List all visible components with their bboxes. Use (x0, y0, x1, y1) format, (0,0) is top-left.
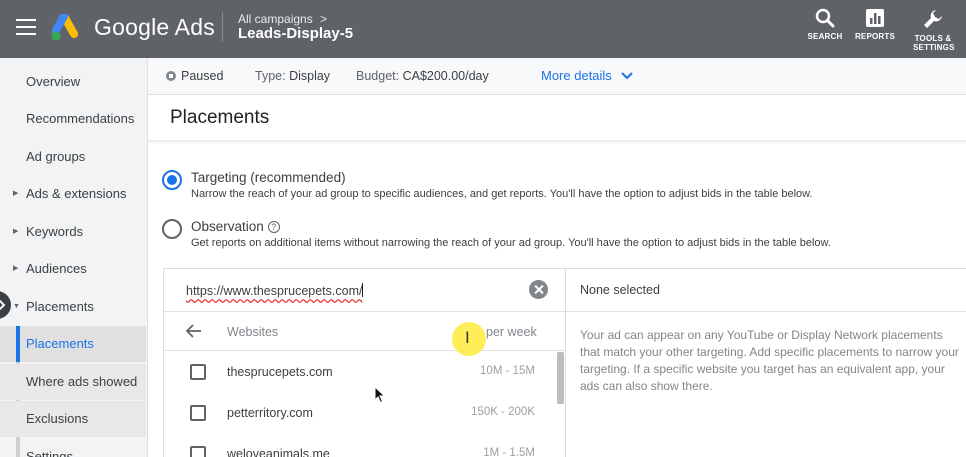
row-checkbox[interactable] (190, 446, 206, 457)
tools-settings-button[interactable]: TOOLS & SETTINGS (906, 8, 960, 52)
breadcrumb-all-campaigns[interactable]: All campaigns > (238, 12, 327, 26)
status-value: Paused (181, 69, 224, 83)
top-bar: Google Ads All campaigns > Leads-Display… (0, 0, 966, 58)
search-icon (815, 8, 835, 28)
expand-triangle-icon: ▶ (13, 265, 19, 272)
sidebar-item-label: Settings (26, 449, 73, 457)
observation-radio[interactable] (162, 219, 182, 239)
sidebar-item-audiences[interactable]: ▶ Audiences (0, 251, 146, 287)
page-title: Placements (170, 107, 270, 128)
chevron-right-icon (0, 299, 6, 311)
text-caret (362, 283, 364, 297)
campaign-status-bar: Paused Type: Display Budget: CA$200.00/d… (148, 58, 966, 95)
expand-triangle-icon: ▶ (13, 228, 19, 235)
campaign-budget: Budget: CA$200.00/day (356, 69, 489, 83)
brand-name[interactable]: Google Ads (94, 14, 215, 41)
site-name: petterritory.com (227, 406, 313, 420)
site-reach: 10M - 15M (480, 365, 535, 377)
campaign-name[interactable]: Leads-Display-5 (238, 25, 353, 42)
budget-value: CA$200.00/day (402, 69, 489, 83)
sidebar-subitem-where-ads-showed[interactable]: Where ads showed (0, 364, 146, 400)
sidebar-item-ad-groups[interactable]: Ad groups (0, 139, 146, 175)
sidebar-item-placements-group[interactable]: ▼ Placements (0, 289, 146, 325)
sidebar-item-label: Where ads showed (26, 374, 138, 389)
site-name: thesprucepets.com (227, 365, 333, 379)
sidebar-item-recommendations[interactable]: Recommendations (0, 101, 146, 137)
list-item[interactable]: thesprucepets.com 10M - 15M (164, 352, 559, 393)
results-scrollbar[interactable] (557, 352, 564, 404)
websites-column-header: Websites (227, 325, 279, 339)
sidebar-subitem-exclusions[interactable]: Exclusions (0, 401, 146, 437)
placement-search-input[interactable]: https://www.thesprucepets.com/ (186, 283, 516, 298)
sidebar-item-ads-extensions[interactable]: ▶ Ads & extensions (0, 176, 146, 212)
text-cursor-icon: I (465, 328, 470, 347)
sidebar-item-label: Ad groups (26, 149, 86, 164)
results-header: Websites per week (164, 311, 565, 351)
tools-settings-label: TOOLS & SETTINGS (913, 34, 955, 52)
sidebar-item-label: Placements (26, 336, 94, 351)
sidebar-item-label: Recommendations (26, 111, 135, 126)
google-ads-logo[interactable] (52, 14, 84, 42)
sidebar: Overview Recommendations Ad groups ▶ Ads … (0, 58, 148, 457)
sidebar-item-label: Keywords (26, 224, 84, 239)
expand-triangle-icon: ▶ (13, 190, 19, 197)
selected-placements-panel: None selected Your ad can appear on any … (566, 268, 966, 457)
placement-search-panel: https://www.thesprucepets.com/ Websites … (163, 268, 566, 457)
more-details-label: More details (541, 68, 612, 83)
list-item[interactable]: weloveanimals.me 1M - 1.5M (164, 434, 559, 457)
reports-label: REPORTS (854, 32, 896, 41)
sidebar-item-overview[interactable]: Overview (0, 64, 146, 100)
sidebar-subitem-placements[interactable]: Placements (0, 326, 146, 362)
collapse-triangle-icon: ▼ (13, 303, 20, 310)
site-reach: 150K - 200K (471, 406, 535, 418)
pause-icon (166, 71, 176, 81)
search-label: SEARCH (807, 32, 843, 41)
sidebar-item-label: Placements (26, 299, 94, 314)
sidebar-item-label: Ads & extensions (26, 186, 127, 201)
reports-icon (866, 9, 884, 27)
sidebar-item-label: Audiences (26, 261, 87, 276)
reports-button[interactable]: REPORTS (848, 8, 902, 41)
observation-description: Get reports on additional items without … (191, 237, 831, 249)
search-input-value[interactable]: https://www.thesprucepets.com/ (186, 284, 362, 298)
targeting-label[interactable]: Targeting (recommended) (191, 170, 346, 185)
chevron-down-icon (621, 72, 634, 80)
wrench-icon (924, 10, 942, 28)
panel-divider (566, 311, 966, 312)
sidebar-item-label: Exclusions (26, 411, 89, 426)
clear-search-icon[interactable] (529, 280, 548, 299)
targeting-description: Narrow the reach of your ad group to spe… (191, 188, 813, 200)
row-checkbox[interactable] (190, 364, 206, 380)
placements-help-text: Your ad can appear on any YouTube or Dis… (580, 328, 959, 393)
sidebar-item-settings[interactable]: Settings (0, 439, 146, 457)
campaign-type: Type: Display (255, 69, 330, 83)
observation-label-text[interactable]: Observation (191, 219, 264, 234)
breadcrumb-top-label[interactable]: All campaigns (238, 12, 313, 26)
back-arrow-icon[interactable] (186, 324, 202, 338)
main-content: Placements Targeting (recommended) Narro… (148, 95, 966, 457)
type-value: Display (289, 69, 331, 83)
none-selected-label: None selected (580, 283, 660, 297)
observation-label[interactable]: Observation? (191, 219, 280, 234)
hamburger-menu-icon[interactable] (16, 19, 36, 35)
targeting-radio[interactable] (162, 170, 182, 190)
budget-label: Budget: (356, 69, 400, 83)
status-badge: Paused (166, 69, 223, 83)
sidebar-item-label: Overview (26, 74, 81, 89)
sidebar-item-keywords[interactable]: ▶ Keywords (0, 214, 146, 250)
more-details-link[interactable]: More details (541, 68, 634, 83)
breadcrumb-chevron-icon: > (320, 12, 328, 26)
type-label: Type: (255, 69, 286, 83)
header-divider (222, 12, 223, 42)
title-divider (148, 140, 966, 144)
mouse-pointer-icon (374, 386, 386, 404)
site-reach: 1M - 1.5M (483, 447, 535, 457)
row-checkbox[interactable] (190, 405, 206, 421)
list-item[interactable]: petterritory.com 150K - 200K (164, 393, 559, 434)
search-button[interactable]: SEARCH (798, 8, 852, 41)
site-name: weloveanimals.me (227, 447, 330, 457)
reach-column-header: per week (486, 325, 537, 339)
help-icon[interactable]: ? (267, 221, 280, 233)
